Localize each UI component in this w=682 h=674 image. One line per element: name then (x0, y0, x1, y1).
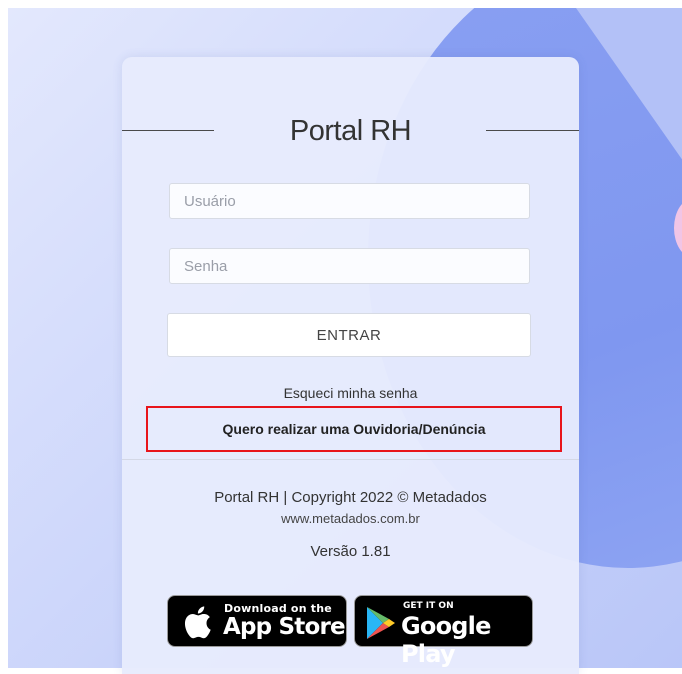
password-input[interactable] (169, 248, 530, 284)
app-store-badge[interactable]: Download on the App Store (167, 595, 347, 647)
website-link[interactable]: www.metadados.com.br (122, 511, 579, 526)
title-divider-right (486, 130, 579, 131)
forgot-password-link[interactable]: Esqueci minha senha (122, 385, 579, 401)
google-play-icon (367, 607, 395, 639)
ouvidoria-link[interactable]: Quero realizar uma Ouvidoria/Denúncia (146, 406, 562, 452)
google-play-badge[interactable]: GET IT ON Google Play (354, 595, 533, 668)
divider (122, 459, 579, 460)
title-row: Portal RH (122, 115, 579, 151)
copyright-text: Portal RH | Copyright 2022 © Metadados (214, 489, 487, 506)
app-store-big-text: App Store (223, 614, 346, 640)
login-button[interactable]: ENTRAR (167, 313, 531, 357)
version-text: Versão 1.81 (310, 543, 391, 560)
page-title: Portal RH (289, 115, 412, 147)
login-card: Portal RH ENTRAR Esqueci minha senha Que… (122, 57, 579, 674)
username-input[interactable] (169, 183, 530, 219)
google-play-big-text: Google Play (401, 612, 491, 668)
google-play-small-text: GET IT ON (403, 601, 454, 611)
apple-icon (184, 606, 211, 639)
